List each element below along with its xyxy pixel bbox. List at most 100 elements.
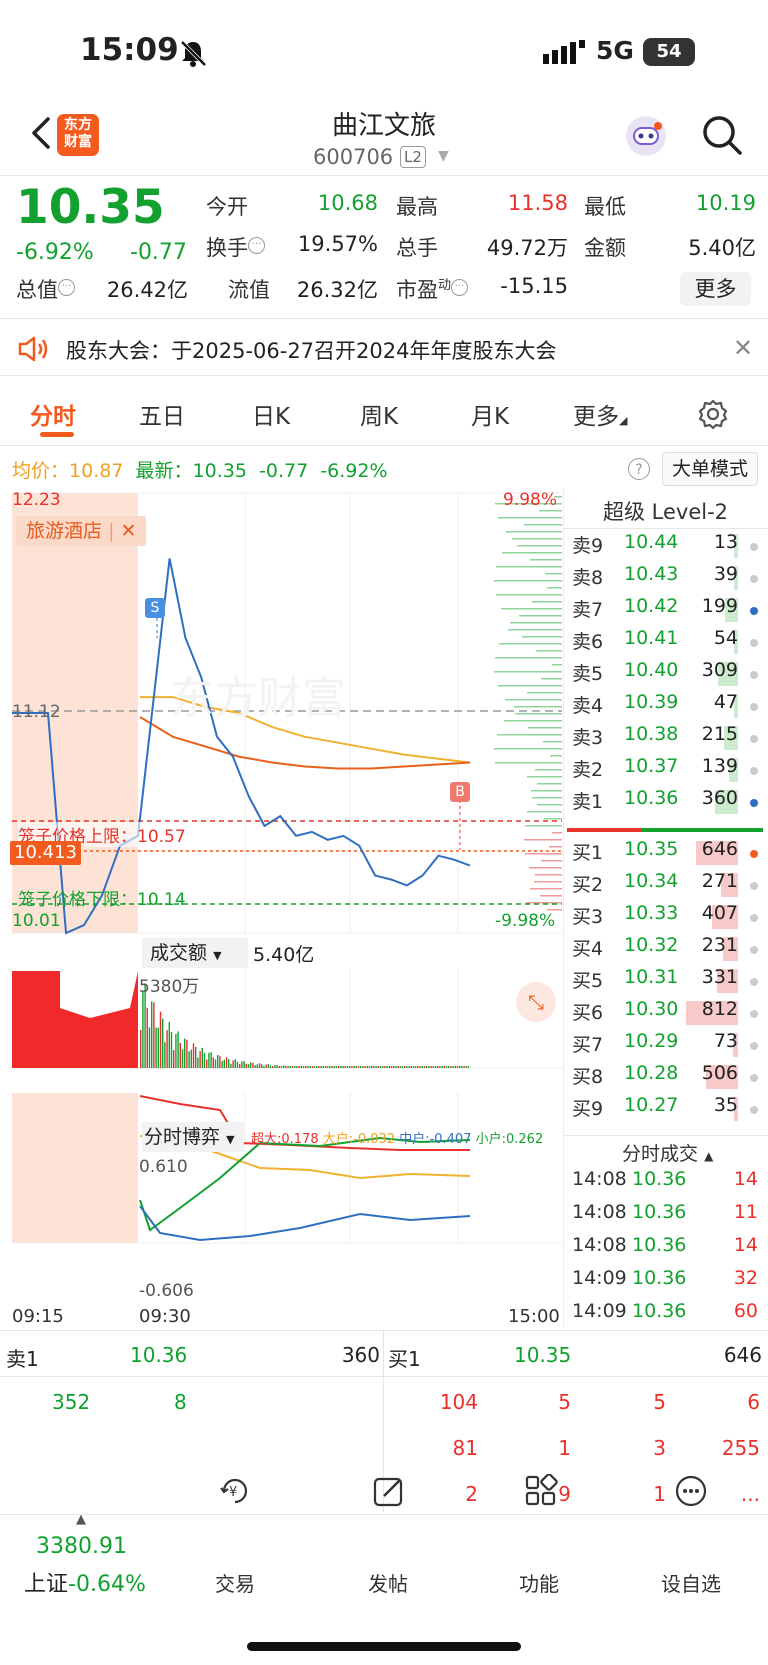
ask-row[interactable]: 卖9 10.44 13 bbox=[572, 531, 762, 561]
amount-value: 5.40亿 bbox=[688, 236, 756, 260]
depth-bar bbox=[519, 615, 562, 617]
mktcap-info-icon[interactable]: ··· bbox=[58, 279, 75, 296]
index-line[interactable]: 上证-0.64% bbox=[24, 1566, 146, 1598]
tab-monthly-k[interactable]: 月K bbox=[471, 397, 509, 431]
sector-tag[interactable]: 旅游酒店 | ✕ bbox=[16, 516, 147, 546]
ask-row[interactable]: 卖1 10.36 360 bbox=[572, 787, 762, 817]
volume-bar bbox=[228, 1059, 230, 1068]
settings-gear-icon[interactable] bbox=[697, 398, 729, 430]
ob-level: 卖9 bbox=[572, 535, 604, 557]
help-icon[interactable]: ? bbox=[628, 458, 650, 480]
pe-label[interactable]: 市盈动 ··· bbox=[396, 274, 469, 304]
tab-daily-k[interactable]: 日K bbox=[252, 397, 290, 431]
ask-row[interactable]: 卖4 10.39 47 bbox=[572, 691, 762, 721]
function-grid-icon[interactable] bbox=[524, 1474, 558, 1508]
volume-bar bbox=[289, 1066, 291, 1068]
ask-row[interactable]: 卖2 10.37 139 bbox=[572, 755, 762, 785]
tab-weekly-k[interactable]: 周K bbox=[360, 397, 398, 431]
turnover-label[interactable]: 换手 ··· bbox=[206, 232, 265, 262]
ob-volume: 47 bbox=[713, 691, 738, 713]
index-value[interactable]: 3380.91 bbox=[36, 1534, 127, 1559]
bid-row[interactable]: 买1 10.35 646 bbox=[572, 838, 762, 868]
queue-ask-order: 352 bbox=[52, 1390, 91, 1414]
trade-time: 14:09 bbox=[572, 1267, 627, 1289]
bid-row[interactable]: 买9 10.27 35 bbox=[572, 1094, 762, 1124]
pct-top-label: 9.98% bbox=[503, 490, 558, 510]
pe-info-icon[interactable]: ··· bbox=[451, 279, 469, 296]
volume-selector[interactable]: 成交额 ▼ bbox=[142, 938, 248, 968]
tab-intraday[interactable]: 分时 bbox=[30, 397, 76, 431]
network-type: 5G bbox=[596, 36, 634, 65]
ask-row[interactable]: 卖5 10.40 309 bbox=[572, 659, 762, 689]
tab-more[interactable]: 更多◢ bbox=[573, 397, 627, 431]
bid-row[interactable]: 买4 10.32 231 bbox=[572, 934, 762, 964]
queue-bid-order: 2 bbox=[465, 1482, 478, 1506]
ask-row[interactable]: 卖8 10.43 39 bbox=[572, 563, 762, 593]
ob-price: 10.36 bbox=[624, 787, 679, 809]
volume-bar bbox=[377, 1066, 379, 1068]
bid-row[interactable]: 买3 10.33 407 bbox=[572, 902, 762, 932]
amount-label: 金额 bbox=[584, 236, 626, 260]
float-cap-label: 流值 bbox=[228, 278, 270, 302]
volume-bar bbox=[346, 1066, 349, 1068]
status-time: 15:09 bbox=[80, 32, 179, 68]
game-small-line bbox=[139, 1205, 471, 1242]
bid-row[interactable]: 买5 10.31 331 bbox=[572, 966, 762, 996]
big-order-mode-button[interactable]: 大单模式 bbox=[662, 452, 758, 486]
volume-bar bbox=[192, 1043, 195, 1068]
ask-row[interactable]: 卖7 10.42 199 bbox=[572, 595, 762, 625]
ob-volume: 646 bbox=[701, 838, 738, 860]
buy-marker[interactable]: B bbox=[450, 782, 470, 802]
queue-bid-order: 1 bbox=[558, 1436, 571, 1460]
depth-bar bbox=[549, 846, 562, 848]
bid-row[interactable]: 买7 10.29 73 bbox=[572, 1030, 762, 1060]
nav-add-watchlist[interactable]: 设自选 bbox=[646, 1568, 736, 1597]
more-quote-button[interactable]: 更多 bbox=[680, 272, 751, 306]
tab-five-day[interactable]: 五日 bbox=[139, 397, 185, 431]
bid-row[interactable]: 买8 10.28 506 bbox=[572, 1062, 762, 1092]
depth-bar bbox=[515, 713, 562, 715]
volume-bar bbox=[278, 1066, 280, 1068]
nav-trade[interactable]: 交易 bbox=[190, 1568, 280, 1597]
ob-volume: 309 bbox=[701, 659, 738, 681]
volume-bar bbox=[221, 1061, 223, 1068]
home-indicator bbox=[247, 1642, 521, 1651]
trades-title[interactable]: 分时成交 ▲ bbox=[622, 1139, 713, 1166]
code-dropdown-icon[interactable]: ▼ bbox=[438, 148, 449, 164]
queue-bid-order: 81 bbox=[452, 1436, 478, 1460]
nav-post[interactable]: 发帖 bbox=[343, 1568, 433, 1597]
notice-text[interactable]: 股东大会：于2025-06-27召开2024年年度股东大会 bbox=[66, 335, 556, 365]
volume-bar bbox=[318, 1066, 320, 1068]
sell-marker[interactable]: S bbox=[145, 598, 165, 618]
bid-row[interactable]: 买2 10.34 271 bbox=[572, 870, 762, 900]
ob-level: 卖4 bbox=[572, 695, 604, 717]
depth-bar bbox=[541, 860, 562, 862]
bid-row[interactable]: 买6 10.30 812 bbox=[572, 998, 762, 1028]
trade-yen-icon[interactable]: ¥ bbox=[218, 1474, 252, 1508]
post-edit-icon[interactable] bbox=[372, 1474, 406, 1508]
watchlist-dots-icon[interactable] bbox=[674, 1474, 708, 1508]
svg-text:¥: ¥ bbox=[229, 1485, 237, 1500]
depth-bar bbox=[501, 608, 562, 610]
ask-row[interactable]: 卖6 10.41 54 bbox=[572, 627, 762, 657]
turnover-info-icon[interactable]: ··· bbox=[248, 237, 265, 254]
assistant-robot-icon[interactable] bbox=[624, 114, 668, 158]
ask-row[interactable]: 卖3 10.38 215 bbox=[572, 723, 762, 753]
game-selector[interactable]: 分时博弈 ▼ bbox=[142, 1122, 244, 1152]
search-icon[interactable] bbox=[700, 113, 744, 157]
notice-close-icon[interactable]: ✕ bbox=[733, 334, 753, 362]
ob-price: 10.42 bbox=[624, 595, 679, 617]
volume-bar bbox=[305, 1066, 307, 1068]
volume-bar bbox=[467, 1066, 470, 1068]
ob-level: 买3 bbox=[572, 906, 604, 928]
trade-volume: 14 bbox=[733, 1168, 758, 1190]
mktcap-label[interactable]: 总值 ··· bbox=[16, 274, 75, 304]
volume-bar bbox=[430, 1066, 432, 1068]
game-top-label: 0.610 bbox=[139, 1157, 188, 1177]
level2-badge[interactable]: L2 bbox=[400, 146, 426, 168]
index-expand-icon[interactable]: ▲ bbox=[76, 1512, 86, 1527]
depth-bar bbox=[494, 671, 562, 673]
nav-function[interactable]: 功能 bbox=[494, 1568, 584, 1597]
ob-volume: 812 bbox=[701, 998, 738, 1020]
expand-chart-icon[interactable]: ⤡ bbox=[516, 982, 556, 1022]
